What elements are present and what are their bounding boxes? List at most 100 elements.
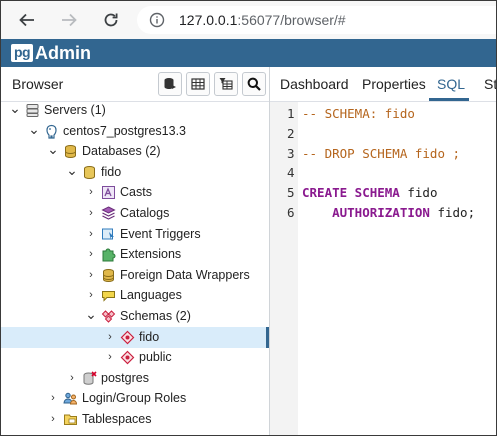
schema-icon	[120, 350, 135, 365]
code-text: CREATE SCHEMA fido	[302, 183, 437, 203]
chevron-right-icon[interactable]: ›	[85, 224, 97, 245]
browser-toolbar: 127.0.0.1:56077/browser/#	[1, 1, 496, 40]
database-query-icon	[164, 78, 176, 89]
database-icon	[82, 165, 97, 180]
schema-icon	[120, 330, 135, 345]
app-window: 127.0.0.1:56077/browser/# pg Admin Brows…	[0, 0, 497, 436]
chevron-down-icon[interactable]: ⌄	[85, 306, 97, 327]
tree-node-catalogs[interactable]: › Catalogs	[1, 203, 269, 224]
tree-node-label: postgres	[101, 370, 149, 385]
code-line: 5 CREATE SCHEMA fido	[270, 183, 496, 203]
tree-node-label: centos7_postgres13.3	[63, 123, 187, 138]
tree-node-databases-2[interactable]: ⌄ Databases (2)	[1, 141, 269, 162]
tree-node-label: Databases (2)	[82, 144, 161, 159]
view-data-button[interactable]	[186, 72, 210, 96]
tab-statistics[interactable]: St	[484, 76, 496, 92]
tree-node-event-triggers[interactable]: › Event Triggers	[1, 224, 269, 245]
search-icon	[247, 77, 261, 91]
sql-identifier: fido	[399, 185, 438, 201]
active-tab-indicator	[429, 98, 469, 101]
search-objects-button[interactable]	[242, 72, 266, 96]
tree-node-servers-1[interactable]: ⌄ Servers (1)	[1, 100, 269, 121]
tree-node-languages[interactable]: › Languages	[1, 285, 269, 306]
info-icon[interactable]	[149, 12, 165, 28]
roles-icon	[63, 391, 78, 406]
chevron-down-icon[interactable]: ⌄	[9, 100, 21, 121]
chevron-down-icon[interactable]: ⌄	[28, 121, 40, 142]
languages-icon	[101, 288, 116, 303]
elephant-server-icon	[44, 124, 59, 139]
main-panel: Dashboard Properties SQL St 1 -- SCHEMA: …	[270, 67, 496, 435]
chevron-right-icon[interactable]: ›	[85, 265, 97, 286]
tab-properties[interactable]: Properties	[362, 76, 426, 92]
chevron-right-icon[interactable]: ›	[104, 347, 116, 368]
sql-keyword: AUTHORIZATION	[302, 205, 430, 220]
chevron-right-icon[interactable]: ›	[66, 368, 78, 389]
foreign-data-wrappers-icon	[101, 268, 116, 283]
line-number: 4	[287, 165, 295, 181]
extensions-icon	[101, 247, 116, 262]
chevron-right-icon[interactable]: ›	[85, 203, 97, 224]
chevron-right-icon[interactable]: ›	[47, 409, 59, 430]
tree-node-label: Catalogs	[120, 206, 170, 220]
back-button[interactable]	[15, 8, 39, 32]
code-line: 4	[270, 163, 496, 183]
tree-node-label: Foreign Data Wrappers	[120, 267, 250, 282]
filter-table-icon	[219, 78, 233, 90]
casts-icon	[101, 185, 116, 200]
tree-node-label: Login/Group Roles	[82, 391, 187, 406]
tab-bar: Dashboard Properties SQL St	[270, 67, 496, 102]
tree-node-postgres[interactable]: › postgres	[1, 368, 269, 389]
tree-node-public[interactable]: › public	[1, 347, 269, 368]
chevron-right-icon[interactable]: ›	[104, 327, 116, 348]
chevron-right-icon[interactable]: ›	[85, 285, 97, 306]
tree-node-label: Casts	[120, 185, 152, 200]
tree-node-tablespaces[interactable]: › Tablespaces	[1, 409, 269, 430]
catalogs-icon	[101, 206, 116, 221]
url-path: :56077/browser/#	[237, 12, 346, 28]
reload-button[interactable]	[99, 8, 123, 32]
databases-icon	[63, 144, 78, 159]
tree-node-login-group-roles[interactable]: › Login/Group Roles	[1, 388, 269, 409]
chevron-right-icon[interactable]: ›	[85, 244, 97, 265]
tree-node-label: Tablespaces	[82, 412, 152, 426]
table-grid-icon	[191, 78, 205, 90]
address-bar[interactable]: 127.0.0.1:56077/browser/#	[137, 6, 496, 34]
tree-node-foreign-data-wrappers[interactable]: › Foreign Data Wrappers	[1, 265, 269, 286]
browser-panel: Browser ⌄ Servers (1) ⌄ centos7_postgres…	[1, 67, 270, 435]
line-number: 1	[287, 106, 295, 121]
tree-node-fido[interactable]: ⌄ fido	[1, 162, 269, 183]
chevron-right-icon[interactable]: ›	[85, 182, 97, 203]
line-number: 6	[287, 205, 295, 220]
tree-node-label: Event Triggers	[120, 226, 201, 241]
sql-keyword: CREATE SCHEMA	[302, 185, 400, 201]
tree-node-casts[interactable]: › Casts	[1, 182, 269, 203]
tab-dashboard[interactable]: Dashboard	[280, 76, 349, 92]
pgadmin-logo-text: Admin	[35, 43, 91, 63]
tree-node-label: Schemas (2)	[120, 309, 191, 323]
tab-sql[interactable]: SQL	[437, 76, 465, 92]
query-tool-button[interactable]	[158, 72, 182, 96]
sql-identifier: fido;	[429, 205, 476, 220]
browser-panel-header: Browser	[1, 67, 269, 102]
code-text: -- DROP SCHEMA fido ;	[302, 144, 460, 164]
sql-comment: -- DROP SCHEMA fido ;	[302, 145, 461, 161]
database-disconnected-icon	[82, 371, 97, 386]
chevron-down-icon[interactable]: ⌄	[66, 162, 78, 183]
code-line: 6 AUTHORIZATION fido;	[270, 203, 496, 223]
pgadmin-logo-mark: pg	[11, 44, 33, 62]
forward-button[interactable]	[57, 8, 81, 32]
line-number: 2	[287, 125, 295, 141]
tree-node-label: fido	[101, 164, 122, 179]
filtered-rows-button[interactable]	[214, 72, 238, 96]
tree-node-schemas-2[interactable]: ⌄ Schemas (2)	[1, 306, 269, 327]
chevron-down-icon[interactable]: ⌄	[47, 141, 59, 162]
chevron-right-icon[interactable]: ›	[47, 388, 59, 409]
tree-node-extensions[interactable]: › Extensions	[1, 244, 269, 265]
tree-node-centos7-postgres13-3[interactable]: ⌄ centos7_postgres13.3	[1, 121, 269, 142]
tree-node-fido[interactable]: › fido	[1, 326, 269, 348]
tablespaces-icon	[63, 412, 78, 427]
servers-icon	[25, 103, 40, 118]
code-text: -- SCHEMA: fido	[302, 104, 415, 124]
reload-icon	[104, 13, 118, 27]
